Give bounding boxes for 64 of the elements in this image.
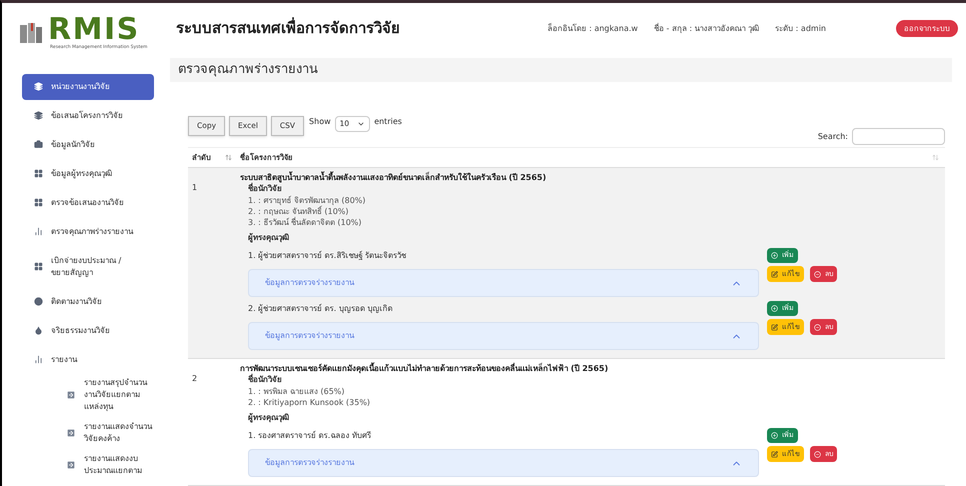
- researcher-name: 2. : Kritiyaporn Kunsook (35%): [248, 397, 372, 408]
- project-title: ระบบสาธิตสูบน้ำบาดาลน้ำตื้นพลังงานแสงอาทิตย์ขนาดเล็กสำหรับใช้ในครัวเรือน (ปี 2565): [240, 172, 548, 182]
- bar-chart-icon: [34, 227, 43, 236]
- minus-icon: [814, 270, 821, 278]
- search-field[interactable]: [852, 128, 945, 145]
- expert-name: 1. ผู้ช่วยศาสตราจารย์ ดร.สิริเชษฐ์ รัตนะจิตรวัช: [248, 250, 407, 262]
- page-title: ตรวจคุณภาพร่างรายงาน: [178, 61, 318, 80]
- researchers-heading: ชื่อนักวิจัย: [248, 183, 283, 195]
- sidebar-subitem[interactable]: รายงานแสดงงบประมาณแยกตาม: [22, 452, 170, 477]
- app-title: ระบบสารสนเทศเพื่อการจัดการวิจัย: [176, 17, 400, 40]
- briefcase-icon: [34, 140, 43, 150]
- grid-icon: [34, 169, 43, 178]
- expert-name: 2. ผู้ช่วยศาสตราจารย์ ดร. บุญรอด บุญเกิด: [248, 303, 394, 315]
- grid-icon: [34, 262, 43, 272]
- table-cell: 2: [192, 374, 198, 383]
- sidebar-item[interactable]: ข้อมูลผู้ทรงคุณวุฒิ: [22, 160, 154, 187]
- edit-icon: [771, 270, 778, 278]
- sort-icon: [225, 154, 232, 161]
- sidebar-item[interactable]: ตรวจข้อเสนองานวิจัย: [22, 190, 154, 216]
- sidebar-item[interactable]: ตรวจคุณภาพร่างรายงาน: [22, 218, 154, 245]
- sidebar-subitem[interactable]: รายงานสรุปจำนวนงานวิจัยแยกตามแหล่งทุน: [22, 376, 170, 413]
- experts-heading: ผู้ทรงคุณวุฒิ: [248, 232, 290, 244]
- user-info: ระดับ : admin: [775, 22, 826, 35]
- sidebar-item[interactable]: ข้อมูลนักวิจัย: [22, 132, 154, 158]
- layers-icon: [34, 82, 43, 92]
- researcher-name: 3. : ธีรวัฒน์ ชื่นลัดดาจิตต (10%): [248, 217, 363, 228]
- sidebar-item[interactable]: รายงาน: [22, 346, 154, 373]
- chevron-down-icon: [357, 120, 366, 128]
- sidebar-item[interactable]: ข้อเสนอโครงการวิจัย: [22, 102, 154, 129]
- grid-icon: [34, 198, 43, 208]
- drop-icon: [34, 326, 43, 336]
- edit-icon: [771, 450, 778, 458]
- plus-icon: [771, 252, 778, 259]
- expert-name: 1. รองศาสตราจารย์ ดร.ฉลอง ทับศรี: [248, 430, 372, 442]
- sort-icon: [932, 154, 939, 161]
- user-info: ล็อกอินโดย : angkana.w: [548, 22, 638, 35]
- plus-icon: [771, 432, 778, 439]
- minus-icon: [814, 450, 821, 458]
- sidebar-subitem[interactable]: รายงานแสดงจำนวนวิจัยคงค้าง: [22, 420, 170, 445]
- logo-text: RMIS: [48, 15, 140, 45]
- experts-heading: ผู้ทรงคุณวุฒิ: [248, 412, 290, 424]
- user-info: ชื่อ - สกุล : นางสาวอังคณา วุฒิ: [654, 22, 760, 35]
- arrow-square-icon: [66, 390, 76, 400]
- project-title: การพัฒนาระบบเซนเซอร์คัดแยกมังคุดเนื้อแก้วแบบไม่ทำลายด้วยการสะท้อนของคลื่นแม่เหล็กไฟฟ้า (ปี 2565): [240, 363, 610, 374]
- sidebar-item[interactable]: จริยธรรมงานวิจัย: [22, 318, 154, 344]
- arrow-square-icon: [66, 460, 76, 470]
- researcher-name: 1. : ศรายุทธ์ จิตรพัฒนากุล (80%): [248, 195, 367, 206]
- show-label: Show: [309, 116, 331, 128]
- search-label: Search:: [818, 130, 848, 142]
- researcher-name: 1. : พรพิมล ฉายแสง (65%): [248, 386, 346, 397]
- minus-icon: [814, 324, 821, 330]
- researcher-name: 2. : กฤษณะ จันทสิทธิ์ (10%): [248, 206, 350, 217]
- sidebar-item[interactable]: เบิกจ่ายงบประมาณ / ขยายสัญญา: [22, 248, 154, 286]
- researchers-heading: ชื่อนักวิจัย: [248, 374, 283, 386]
- plus-icon: [771, 305, 778, 312]
- edit-icon: [771, 324, 778, 330]
- sidebar-item[interactable]: หน่วยงานงานวิจัย: [22, 74, 154, 100]
- sidebar-item[interactable]: ติดตามงานวิจัย: [22, 288, 154, 315]
- arrow-square-icon: [66, 428, 76, 438]
- circle-icon: [34, 297, 43, 306]
- entries-label: entries: [374, 116, 402, 128]
- bar-chart-icon: [34, 355, 43, 364]
- layers-icon: [34, 111, 43, 120]
- table-cell: 1: [192, 183, 198, 192]
